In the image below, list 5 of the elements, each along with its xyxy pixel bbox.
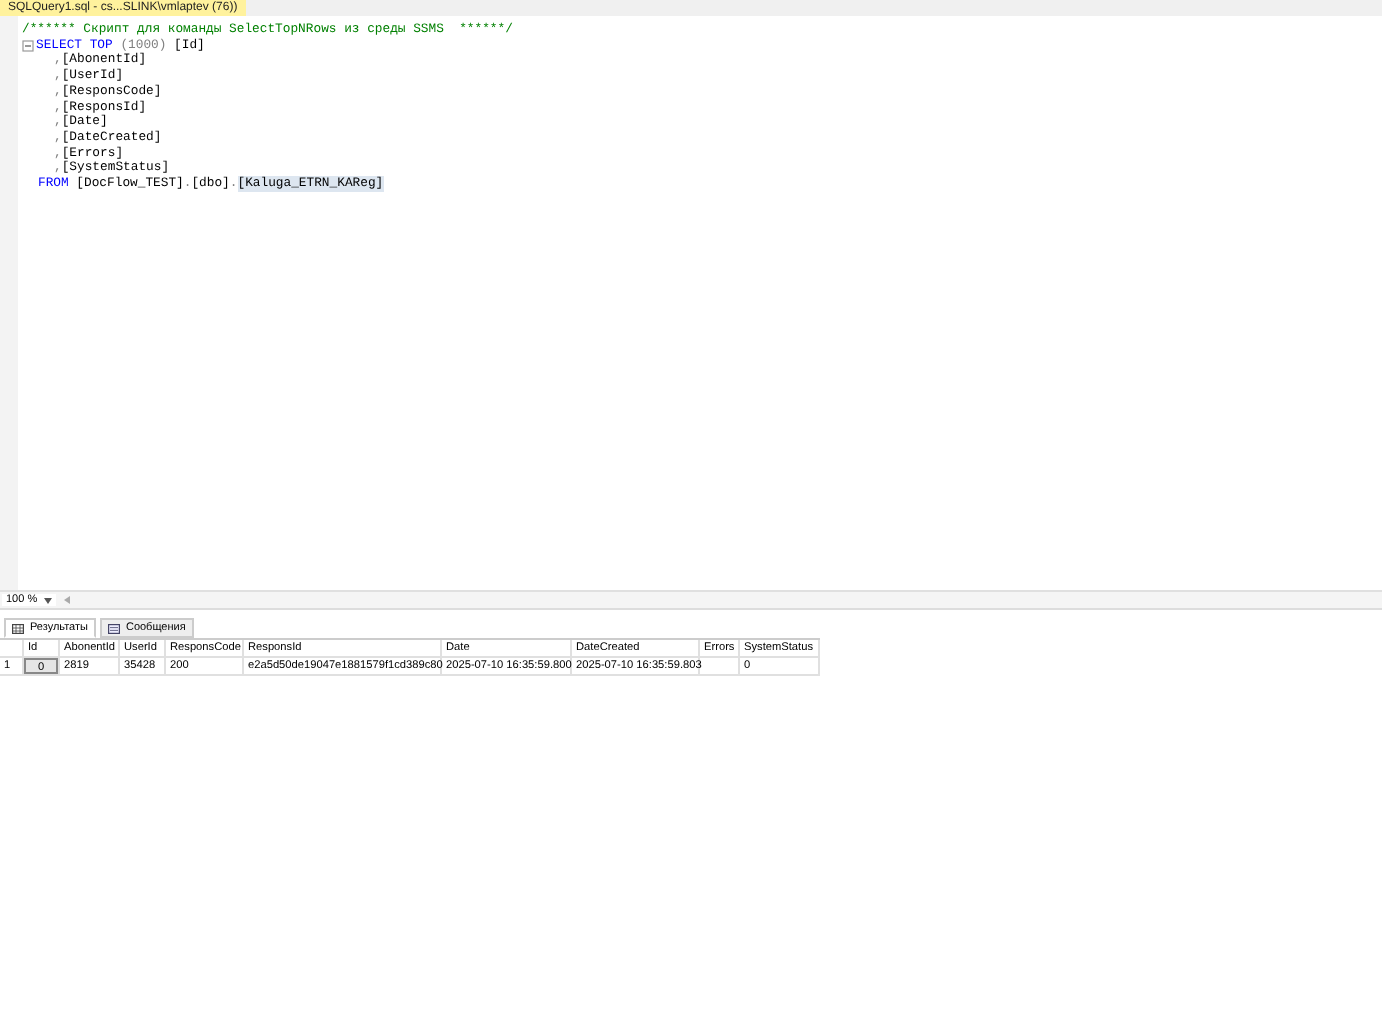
collapse-icon[interactable] (22, 39, 34, 52)
grid-icon (12, 623, 24, 633)
message-icon (107, 623, 120, 633)
scroll-left-icon[interactable] (63, 596, 70, 604)
caret-icon (43, 597, 52, 603)
